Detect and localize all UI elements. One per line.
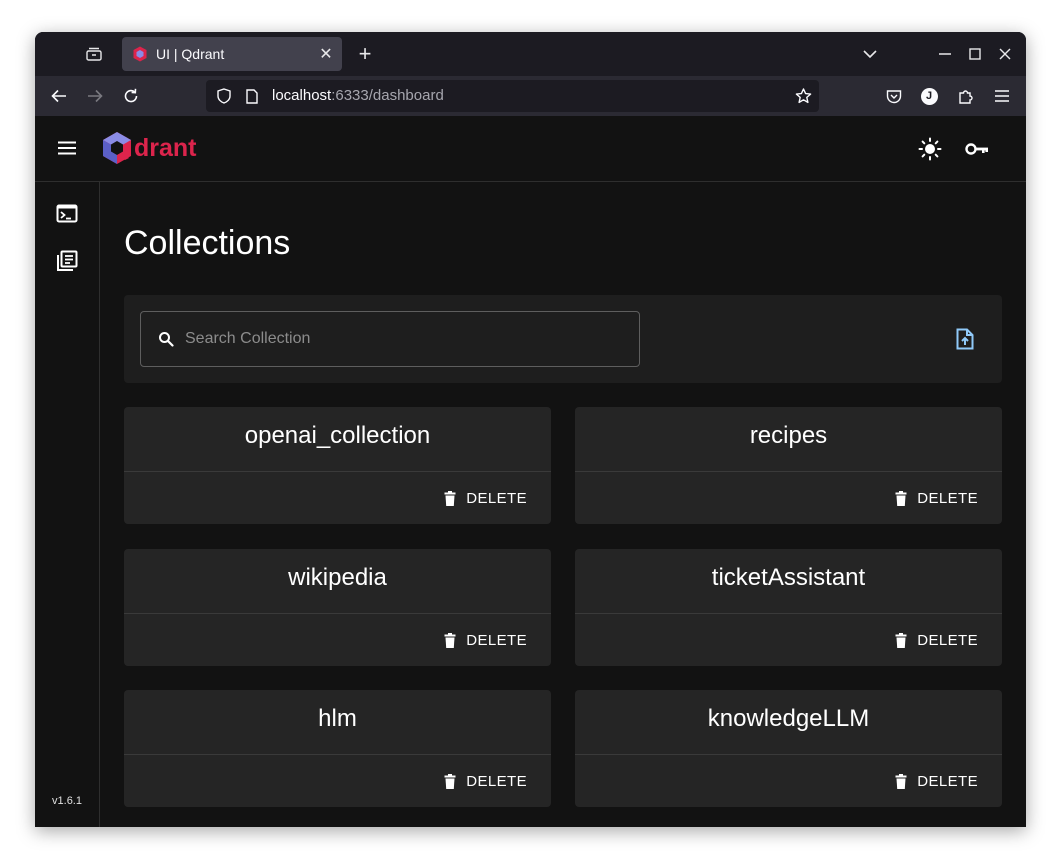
delete-button[interactable]: DELETE: [895, 629, 978, 651]
account-avatar-icon[interactable]: J: [919, 86, 939, 106]
forward-arrow-icon[interactable]: [85, 86, 105, 106]
key-icon[interactable]: [965, 140, 989, 158]
delete-label: DELETE: [466, 489, 527, 507]
collection-name[interactable]: knowledgeLLM: [575, 690, 1002, 755]
browser-navbar: localhost:6333/dashboard J: [35, 76, 1026, 116]
collection-name[interactable]: ticketAssistant: [575, 549, 1002, 614]
collection-card[interactable]: recipes DELETE: [575, 407, 1002, 524]
delete-button[interactable]: DELETE: [444, 629, 527, 651]
delete-button[interactable]: DELETE: [444, 770, 527, 792]
collection-card[interactable]: ticketAssistant DELETE: [575, 549, 1002, 666]
extensions-puzzle-icon[interactable]: [956, 86, 976, 106]
browser-tab[interactable]: UI | Qdrant ✕: [122, 37, 342, 71]
pocket-icon[interactable]: [884, 86, 904, 106]
search-input[interactable]: [183, 329, 607, 349]
trash-icon: [895, 632, 907, 648]
bookmark-star-icon[interactable]: [793, 88, 813, 104]
trash-icon: [444, 632, 456, 648]
avatar-letter: J: [920, 87, 938, 105]
trash-icon: [444, 773, 456, 789]
delete-button[interactable]: DELETE: [895, 770, 978, 792]
collection-name[interactable]: wikipedia: [124, 549, 551, 614]
tab-title: UI | Qdrant: [156, 46, 225, 62]
app-header: drant: [35, 116, 1026, 182]
page-info-icon[interactable]: [242, 88, 262, 104]
qdrant-logo-icon: [103, 132, 131, 164]
file-upload-icon: [956, 328, 974, 350]
hamburger-menu-icon[interactable]: [992, 86, 1012, 106]
qdrant-logo[interactable]: drant: [102, 130, 197, 166]
collection-card[interactable]: hlm DELETE: [124, 690, 551, 807]
tab-close-icon[interactable]: ✕: [318, 44, 334, 64]
url-host: localhost: [272, 87, 332, 104]
qdrant-app: drant v1.6.1 Collections Search Collecti…: [35, 116, 1026, 827]
new-tab-icon[interactable]: +: [355, 41, 375, 66]
trash-icon: [895, 773, 907, 789]
close-window-icon[interactable]: [995, 44, 1015, 64]
delete-label: DELETE: [917, 631, 978, 649]
trash-icon: [444, 490, 456, 506]
delete-button[interactable]: DELETE: [895, 487, 978, 509]
search-panel: [124, 295, 1002, 383]
collection-card[interactable]: knowledgeLLM DELETE: [575, 690, 1002, 807]
trash-icon: [895, 490, 907, 506]
delete-label: DELETE: [466, 631, 527, 649]
main-content: Collections openai_collection DELETE: [100, 182, 1026, 827]
sidebar: v1.6.1: [35, 182, 100, 827]
qdrant-favicon-icon: [132, 46, 148, 62]
page-title: Collections: [124, 224, 291, 262]
browser-window: UI | Qdrant ✕ + localhost:6333/dashboard…: [35, 32, 1026, 827]
collection-name[interactable]: openai_collection: [124, 407, 551, 472]
delete-label: DELETE: [917, 489, 978, 507]
upload-snapshot-button[interactable]: [952, 326, 978, 352]
collection-card[interactable]: wikipedia DELETE: [124, 549, 551, 666]
list-all-tabs-icon[interactable]: [860, 44, 880, 64]
version-label: v1.6.1: [52, 795, 82, 807]
shield-icon[interactable]: [214, 88, 234, 104]
url-path: :6333/dashboard: [331, 87, 444, 104]
url-text[interactable]: localhost:6333/dashboard: [272, 87, 444, 105]
tab-list-icon[interactable]: [84, 44, 104, 64]
address-bar[interactable]: localhost:6333/dashboard: [206, 80, 819, 112]
browser-titlebar: UI | Qdrant ✕ +: [35, 32, 1026, 76]
menu-toggle-icon[interactable]: [57, 140, 77, 156]
library-icon[interactable]: [56, 250, 78, 272]
collection-name[interactable]: recipes: [575, 407, 1002, 472]
back-arrow-icon[interactable]: [49, 86, 69, 106]
terminal-icon[interactable]: [56, 204, 78, 224]
search-field[interactable]: [140, 311, 640, 367]
maximize-icon[interactable]: [965, 44, 985, 64]
collection-name[interactable]: hlm: [124, 690, 551, 755]
qdrant-logo-text: drant: [134, 133, 197, 162]
collection-card[interactable]: openai_collection DELETE: [124, 407, 551, 524]
sun-icon[interactable]: [918, 137, 942, 161]
delete-button[interactable]: DELETE: [444, 487, 527, 509]
delete-label: DELETE: [466, 772, 527, 790]
delete-label: DELETE: [917, 772, 978, 790]
reload-icon[interactable]: [121, 86, 141, 106]
search-icon: [157, 330, 175, 348]
minimize-icon[interactable]: [935, 44, 955, 64]
